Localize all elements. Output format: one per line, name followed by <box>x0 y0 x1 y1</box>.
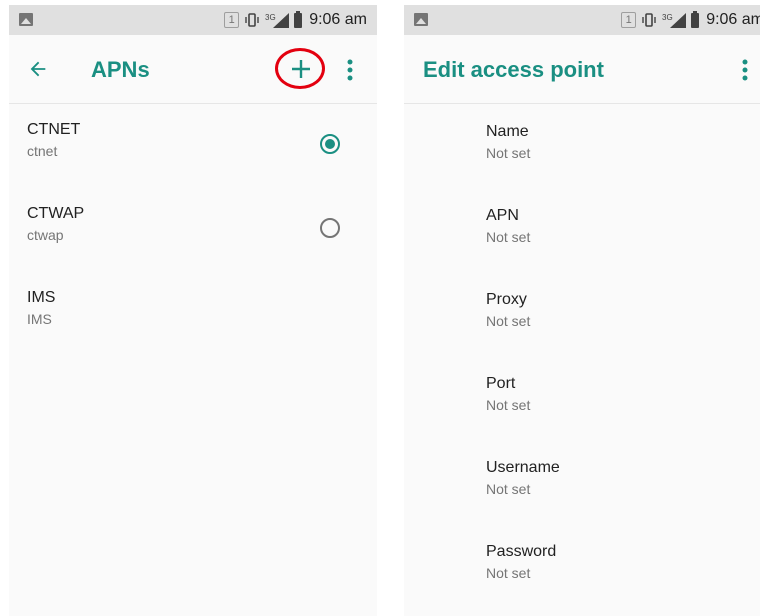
apn-value: ctwap <box>27 227 64 243</box>
apns-screen: 1 3G 9:06 am APNs CTNET ctnet CTWAP ctwa… <box>9 5 377 616</box>
field-password[interactable]: Password Not set <box>486 543 746 616</box>
field-value: Not set <box>486 481 531 497</box>
network-type-label: 3G <box>265 13 276 22</box>
field-value: Not set <box>486 397 531 413</box>
field-label: Port <box>486 375 516 392</box>
battery-icon <box>294 10 303 28</box>
more-vert-icon[interactable] <box>347 59 353 81</box>
field-port[interactable]: Port Not set <box>486 375 746 459</box>
status-bar: 1 3G 9:06 am <box>9 5 377 35</box>
apn-value: ctnet <box>27 143 58 159</box>
vibrate-icon <box>642 13 656 27</box>
status-icons: 1 3G 9:06 am <box>224 5 367 35</box>
add-icon[interactable] <box>287 55 315 83</box>
apn-list-item[interactable]: CTWAP ctwap <box>9 205 377 289</box>
field-label: Proxy <box>486 291 527 308</box>
field-value: Not set <box>486 313 531 329</box>
signal-3g-icon: 3G <box>662 13 687 28</box>
edit-access-point-screen: 1 3G 9:06 am Edit access point Name Not … <box>404 5 760 616</box>
status-time: 9:06 am <box>706 11 760 28</box>
signal-3g-icon: 3G <box>265 13 290 28</box>
field-proxy[interactable]: Proxy Not set <box>486 291 746 375</box>
vibrate-icon <box>245 13 259 27</box>
field-label: Username <box>486 459 560 476</box>
sim-slot-icon: 1 <box>621 12 637 28</box>
apn-radio[interactable] <box>320 218 340 238</box>
field-value: Not set <box>486 565 531 581</box>
page-title: APNs <box>91 57 150 82</box>
page-title: Edit access point <box>423 57 604 82</box>
sim-slot-icon: 1 <box>224 12 240 28</box>
field-label: Password <box>486 543 557 560</box>
network-type-label: 3G <box>662 13 673 22</box>
field-value: Not set <box>486 145 531 161</box>
field-value: Not set <box>486 229 531 245</box>
status-icons: 1 3G 9:06 am <box>621 5 760 35</box>
field-label: APN <box>486 207 519 224</box>
status-bar: 1 3G 9:06 am <box>404 5 760 35</box>
apn-name: IMS <box>27 289 56 306</box>
apn-value: IMS <box>27 311 52 327</box>
field-name[interactable]: Name Not set <box>486 123 746 207</box>
apn-list-item[interactable]: CTNET ctnet <box>9 121 377 205</box>
more-vert-icon[interactable] <box>742 59 748 81</box>
status-time: 9:06 am <box>309 11 367 28</box>
apn-name: CTWAP <box>27 205 85 222</box>
image-notification-icon <box>414 13 428 26</box>
apn-radio-selected[interactable] <box>320 134 340 154</box>
field-username[interactable]: Username Not set <box>486 459 746 543</box>
field-apn[interactable]: APN Not set <box>486 207 746 291</box>
back-arrow-icon[interactable] <box>27 58 49 80</box>
image-notification-icon <box>19 13 33 26</box>
app-bar: APNs <box>9 35 377 104</box>
app-bar: Edit access point <box>404 35 760 104</box>
apn-name: CTNET <box>27 121 81 138</box>
apn-list-item[interactable]: IMS IMS <box>9 289 377 373</box>
field-label: Name <box>486 123 529 140</box>
battery-icon <box>691 10 700 28</box>
